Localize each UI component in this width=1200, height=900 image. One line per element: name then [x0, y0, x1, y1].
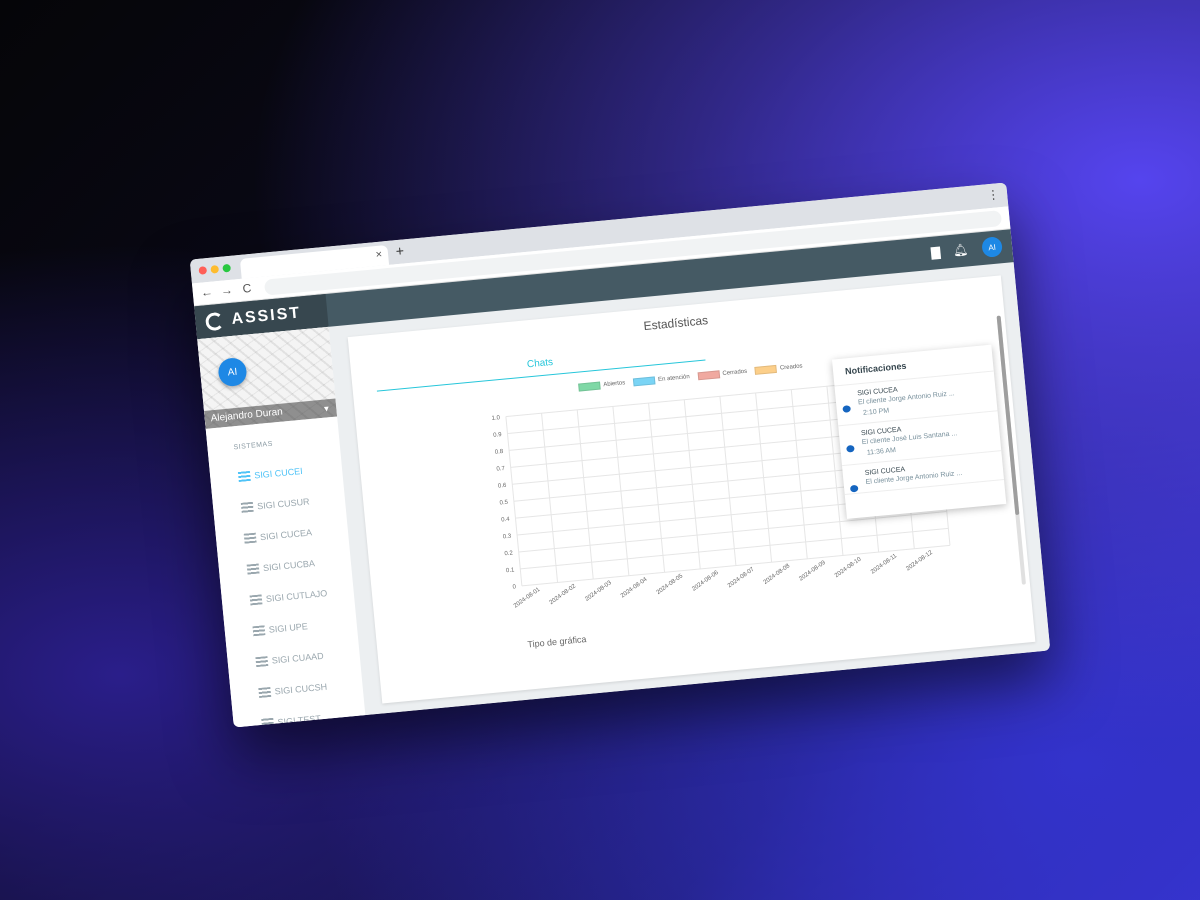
- x-tick-label: 2024-08-04: [620, 576, 649, 599]
- x-tick-label: 2024-08-03: [584, 580, 613, 603]
- gridline-vertical: [612, 406, 630, 576]
- chat-bubble-icon: [846, 444, 855, 453]
- gridline-vertical: [755, 392, 773, 563]
- gridline-vertical: [648, 403, 666, 573]
- sidebar-item-label: SIGI CUCBA: [262, 557, 316, 573]
- database-icon: [246, 562, 260, 575]
- sidebar-item-label: SIGI CUCSH: [274, 681, 328, 697]
- minimize-window-button[interactable]: [210, 264, 220, 274]
- forward-icon[interactable]: →: [220, 283, 233, 298]
- y-tick-label: 0.7: [496, 466, 506, 473]
- x-tick-label: 2024-08-05: [656, 573, 685, 596]
- database-icon: [249, 593, 263, 605]
- sidebar: AI Alejandro Duran ▼ SISTEMAS SIGI CUCEI…: [197, 326, 367, 728]
- database-icon: [243, 532, 257, 544]
- legend-swatch: [632, 376, 656, 387]
- y-tick-label: 0.3: [503, 534, 513, 541]
- sidebar-list: SIGI CUCEI SIGI CUSUR SIGI CUCEA SIGI CUCBA…: [209, 451, 367, 728]
- gridline-vertical: [541, 413, 559, 583]
- y-tick-label: 1.0: [491, 415, 501, 422]
- legend-label: Cerrados: [722, 368, 748, 377]
- browser-menu-icon[interactable]: ⋮: [987, 187, 1000, 202]
- x-tick-label: 2024-08-08: [763, 563, 792, 586]
- logo-icon: [204, 311, 225, 332]
- gridline-vertical: [683, 399, 701, 570]
- close-window-button[interactable]: [198, 266, 208, 275]
- chat-bubble-icon: [849, 484, 859, 493]
- profile-name[interactable]: Alejandro Duran: [204, 398, 338, 429]
- database-icon: [252, 624, 266, 636]
- x-tick-label: 2024-08-07: [727, 566, 756, 589]
- sidebar-item-label: SIGI CUTLAJO: [265, 587, 328, 604]
- chart-type-label: Tipo de gráfica: [526, 634, 587, 650]
- user-avatar[interactable]: AI: [981, 236, 1003, 258]
- database-icon: [240, 501, 254, 513]
- x-tick-label: 2024-08-01: [513, 586, 542, 609]
- y-tick-label: 0.9: [493, 432, 503, 439]
- y-tick-label: 0.8: [495, 449, 505, 456]
- y-tick-label: 0: [512, 584, 517, 590]
- y-tick-label: 0.1: [506, 567, 516, 574]
- y-tick-label: 0.4: [501, 517, 511, 524]
- sidebar-item-label: SIGI CUAAD: [271, 650, 325, 666]
- x-tick-label: 2024-08-10: [834, 556, 863, 579]
- x-tick-label: 2024-08-12: [905, 549, 934, 572]
- profile-card: AI Alejandro Duran ▼: [197, 326, 338, 429]
- gridline-vertical: [719, 396, 737, 566]
- x-tick-label: 2024-08-09: [798, 559, 827, 582]
- legend-label: Creados: [779, 363, 803, 372]
- sidebar-section-title: SISTEMAS: [233, 440, 274, 452]
- sidebar-item-label: SIGI CUCEI: [253, 465, 304, 480]
- profile-avatar[interactable]: AI: [217, 356, 248, 388]
- maximize-window-button[interactable]: [222, 263, 232, 273]
- database-icon: [255, 655, 269, 667]
- close-tab-icon[interactable]: ×: [375, 249, 383, 262]
- x-tick-label: 2024-08-11: [870, 553, 899, 576]
- browser-window: × + ⋮ ← → C ASSIST ▇ 🔔︎ AI AI Alejandro …: [189, 182, 1051, 728]
- x-tick-label: 2024-08-06: [691, 570, 720, 593]
- legend-label: Abiertos: [603, 380, 626, 389]
- new-tab-button[interactable]: +: [395, 242, 405, 259]
- database-icon: [261, 717, 275, 728]
- gridline-vertical: [505, 416, 523, 586]
- legend-swatch: [754, 364, 778, 375]
- legend-item[interactable]: En atención: [632, 373, 690, 387]
- y-tick-label: 0.5: [499, 500, 509, 507]
- document-icon[interactable]: ▇: [930, 245, 941, 260]
- sidebar-item-label: SIGI UPE: [268, 620, 309, 635]
- legend-swatch: [697, 370, 720, 381]
- gridline-vertical: [576, 409, 594, 580]
- reload-icon[interactable]: C: [242, 281, 252, 296]
- legend-item[interactable]: Cerrados: [697, 368, 747, 381]
- back-icon[interactable]: ←: [200, 285, 213, 300]
- legend-item[interactable]: Abiertos: [578, 379, 626, 392]
- brand-name: ASSIST: [230, 304, 302, 328]
- y-tick-label: 0.2: [504, 550, 514, 557]
- chevron-down-icon[interactable]: ▼: [322, 404, 331, 414]
- gridline-vertical: [790, 389, 808, 559]
- bell-icon[interactable]: 🔔︎: [952, 242, 968, 257]
- database-icon: [258, 686, 272, 698]
- x-tick-label: 2024-08-02: [549, 583, 578, 606]
- notifications-panel: Notificaciones SIGI CUCEA El cliente Jorg…: [831, 344, 1007, 519]
- y-tick-label: 0.6: [498, 483, 508, 490]
- sidebar-item-label: SIGI CUCEA: [259, 526, 313, 542]
- notifications-list: SIGI CUCEA El cliente Jorge Antonio Ruiz …: [834, 371, 1005, 496]
- sidebar-item-label: SIGI TEST: [277, 712, 322, 727]
- legend-swatch: [578, 381, 601, 392]
- legend-label: En atención: [657, 374, 690, 384]
- legend-item[interactable]: Creados: [754, 362, 803, 375]
- sidebar-item-label: SIGI CUSUR: [256, 495, 310, 511]
- chat-bubble-icon: [842, 405, 851, 413]
- content-area: AI Alejandro Duran ▼ SISTEMAS SIGI CUCEI…: [197, 262, 1051, 728]
- database-icon: [237, 470, 251, 482]
